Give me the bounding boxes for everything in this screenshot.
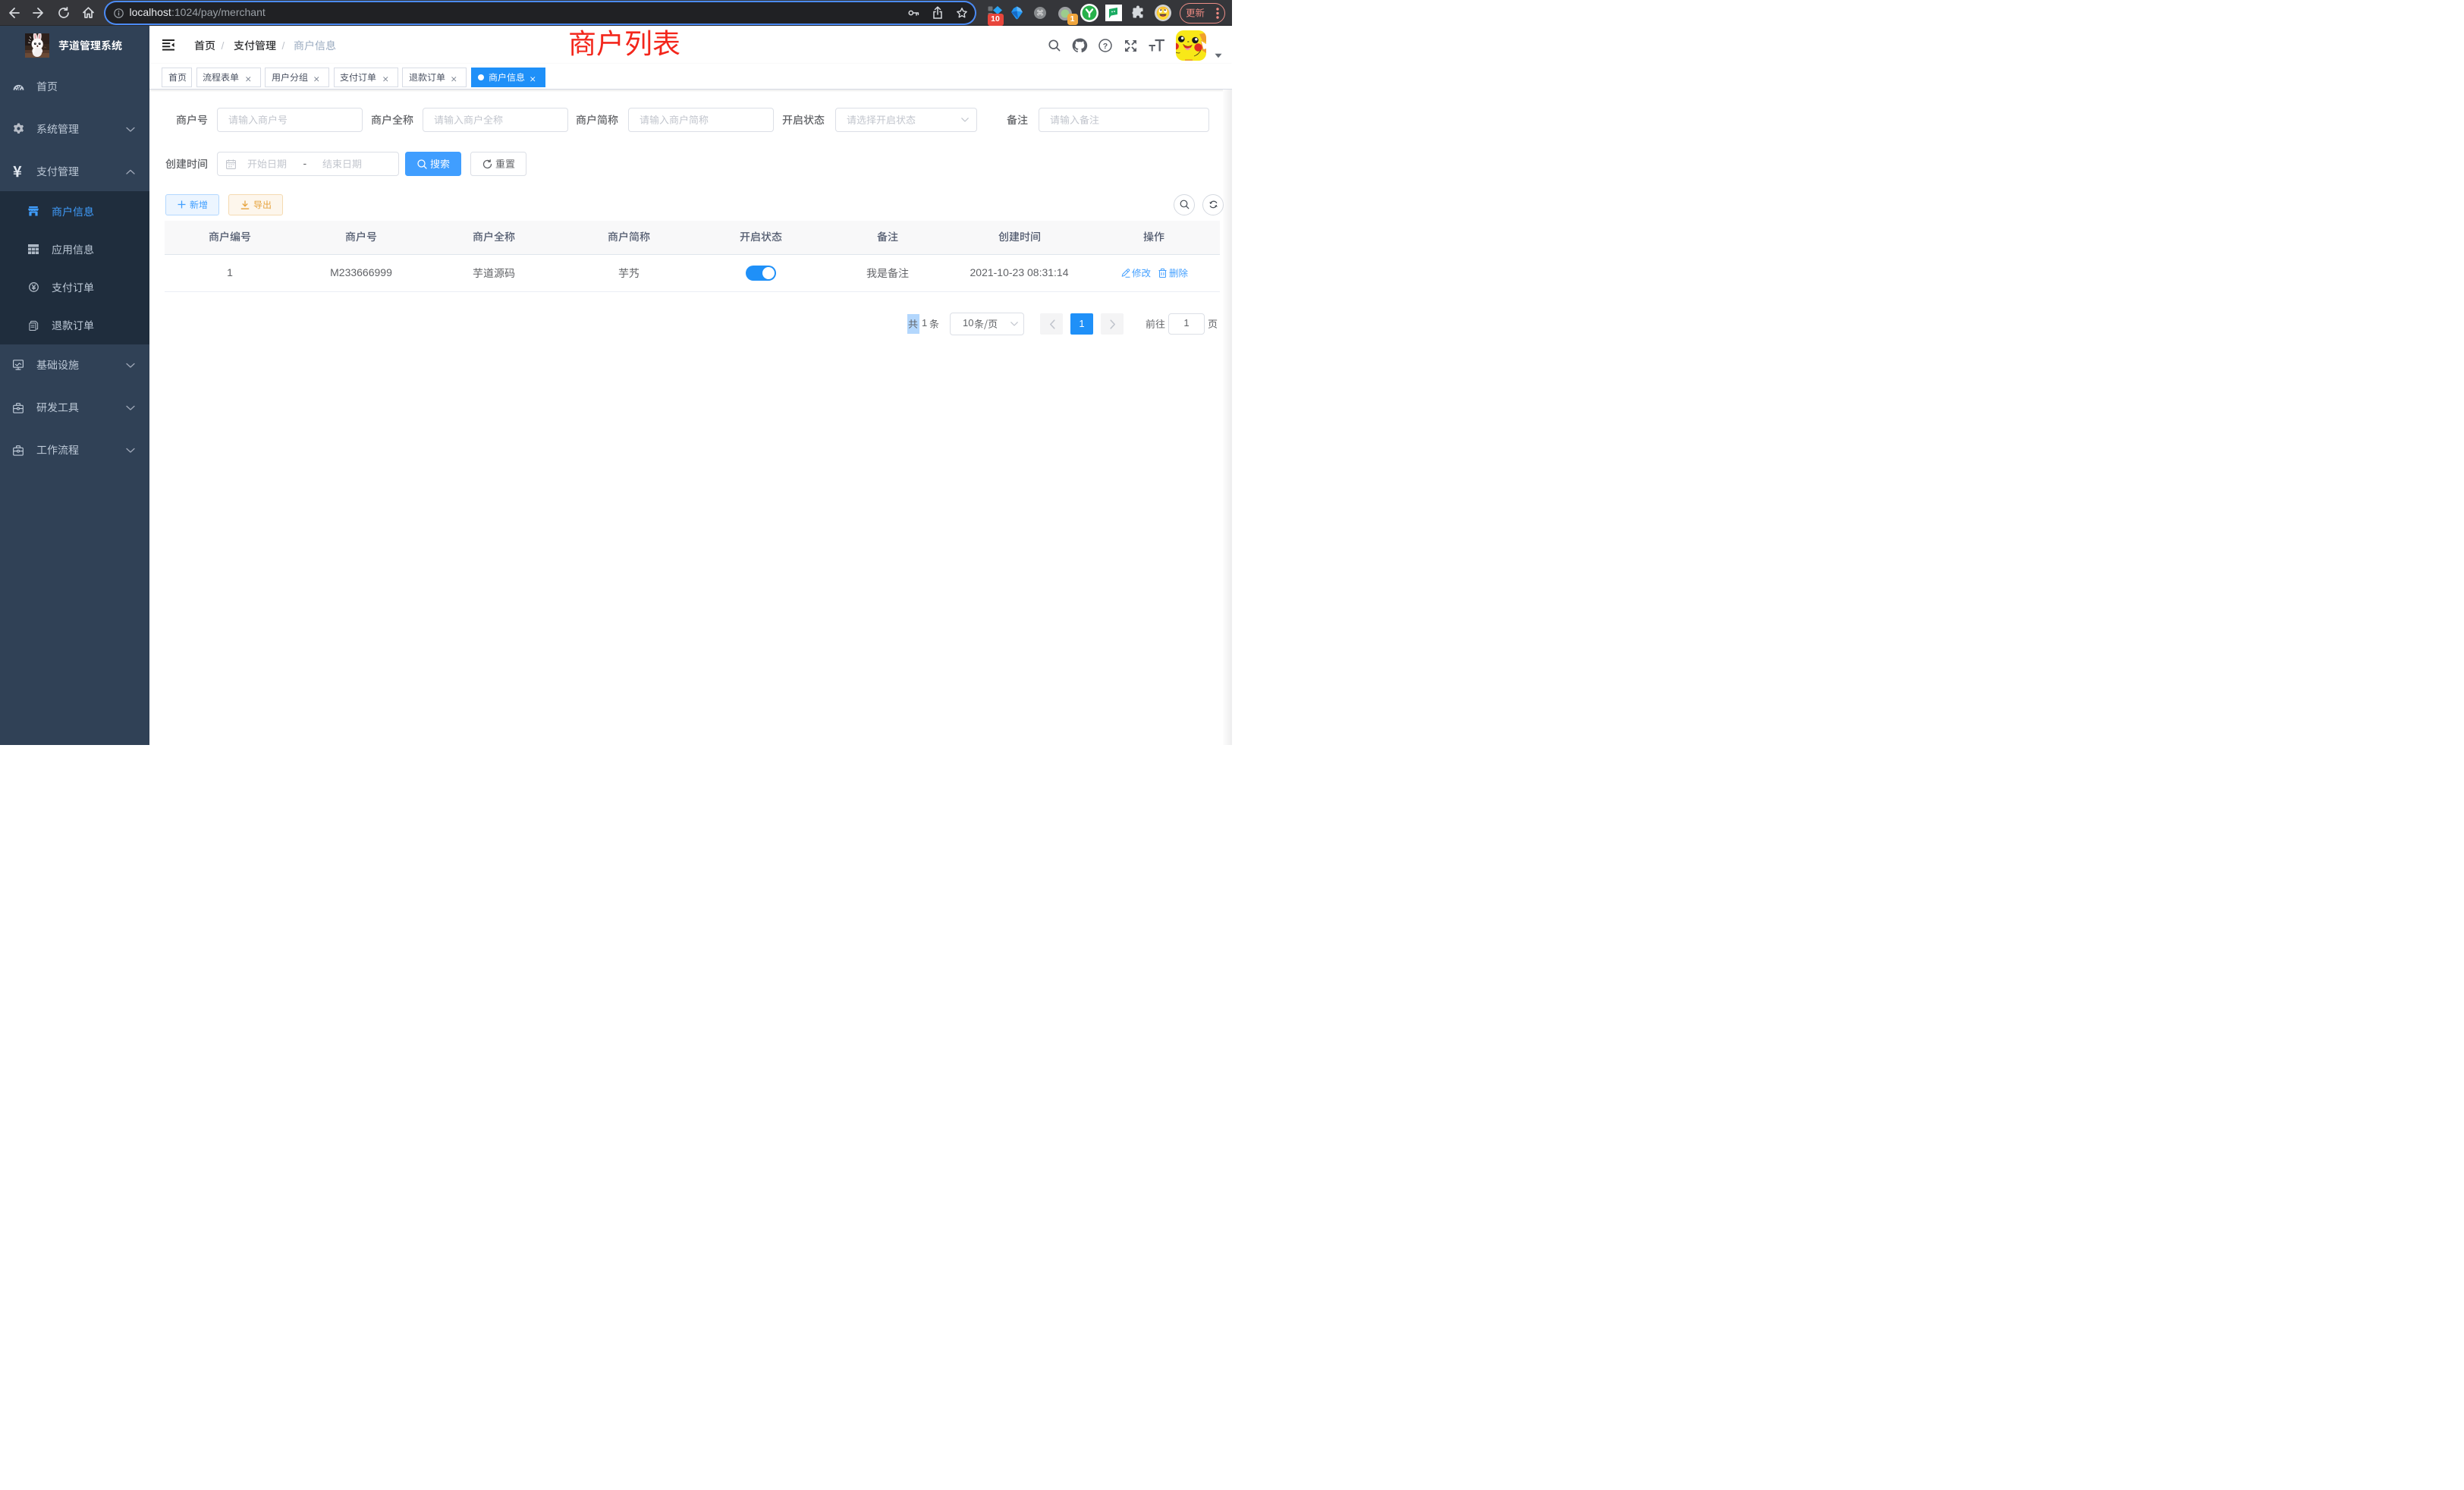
svg-text:?: ? xyxy=(1103,42,1108,51)
